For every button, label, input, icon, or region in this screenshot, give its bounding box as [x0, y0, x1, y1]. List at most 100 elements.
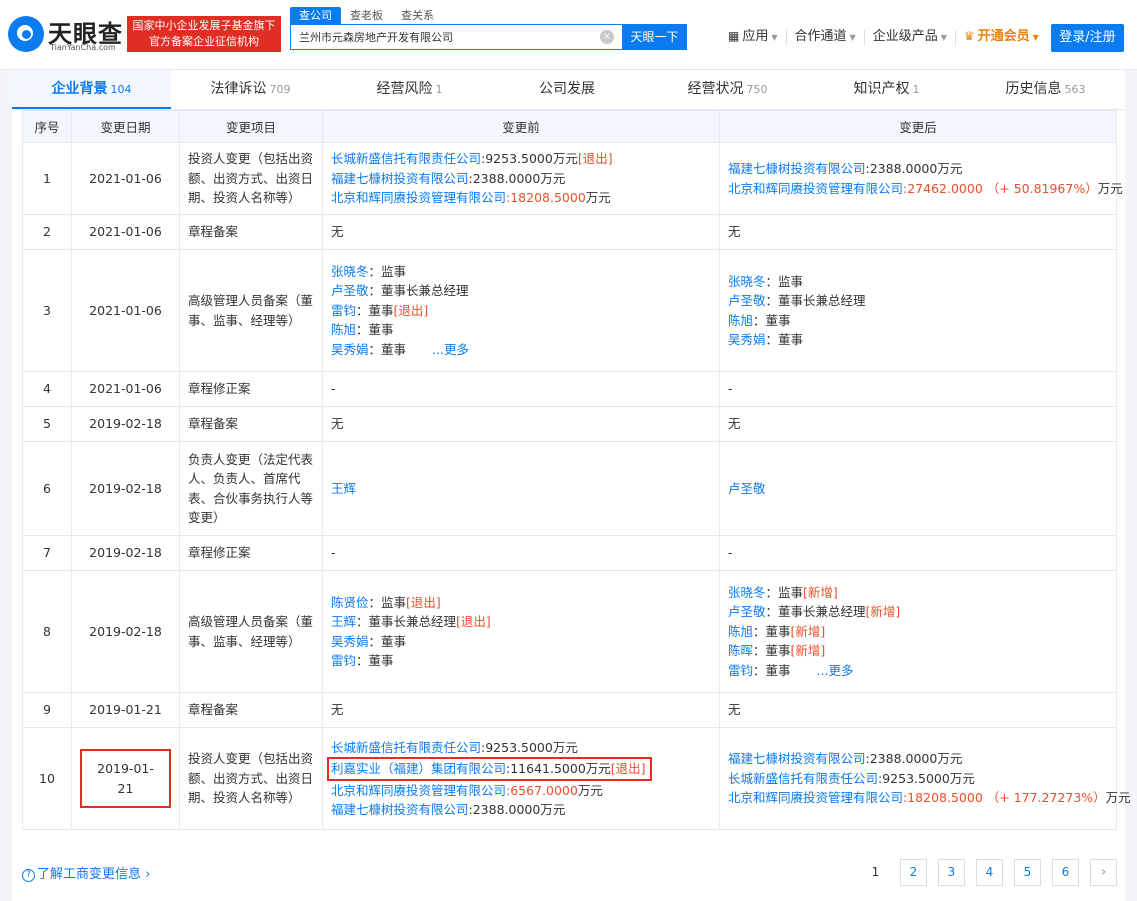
change-line: 陈旭：董事: [331, 320, 711, 340]
row-after: 福建七槺树投资有限公司:2388.0000万元 长城新盛信托有限责任公司:9253…: [719, 727, 1131, 830]
change-line: 北京和辉同赓投资管理有限公司:18208.5000万元: [331, 188, 711, 208]
entity-link[interactable]: 北京和辉同赓投资管理有限公司: [331, 783, 506, 798]
entity-link[interactable]: 雷钧: [331, 653, 356, 668]
row-index: 1: [22, 142, 72, 215]
tab-risk[interactable]: 经营风险 1: [330, 70, 489, 109]
entity-link[interactable]: 福建七槺树投资有限公司: [728, 161, 866, 176]
login-button[interactable]: 登录/注册: [1051, 24, 1124, 52]
row-change-item: 负责人变更（法定代表人、负责人、首席代表、合伙事务执行人等变更）: [179, 441, 323, 536]
entity-link[interactable]: 长城新盛信托有限责任公司: [331, 151, 481, 166]
entity-link[interactable]: 王辉: [331, 481, 356, 496]
entity-link[interactable]: 卢圣敬: [728, 293, 766, 308]
page-2[interactable]: 2: [900, 859, 927, 886]
search-button[interactable]: 天眼一下: [622, 24, 687, 50]
tab-litigation[interactable]: 法律诉讼 709: [171, 70, 330, 109]
table-row: 10 2019-01-21 投资人变更（包括出资额、出资方式、出资日期、投资人名称等…: [22, 727, 1131, 830]
entity-link[interactable]: 张晓冬: [331, 264, 369, 279]
entity-link[interactable]: 吴秀娟: [331, 634, 369, 649]
search-input[interactable]: [291, 25, 591, 49]
row-date: 2019-02-18: [89, 480, 162, 496]
tab-development[interactable]: 公司发展: [489, 70, 648, 109]
entity-link[interactable]: 福建七槺树投资有限公司: [331, 802, 469, 817]
entity-link[interactable]: 陈旭: [728, 313, 753, 328]
page-1[interactable]: 1: [862, 859, 889, 886]
entity-link[interactable]: 北京和辉同赓投资管理有限公司: [331, 190, 506, 205]
entity-link[interactable]: 陈晖: [728, 643, 753, 658]
entity-link[interactable]: 雷钧: [331, 303, 356, 318]
page-4[interactable]: 4: [976, 859, 1003, 886]
more-link[interactable]: ...更多: [432, 342, 469, 357]
entity-link[interactable]: 利嘉实业（福建）集团有限公司: [331, 761, 506, 776]
change-line: 吴秀娟：董事 ...更多: [331, 340, 711, 360]
entity-link[interactable]: 王辉: [331, 614, 356, 629]
entity-link[interactable]: 吴秀娟: [331, 342, 369, 357]
entity-link[interactable]: 长城新盛信托有限责任公司: [728, 771, 878, 786]
chevron-right-icon: ›: [141, 867, 151, 882]
learn-change-info-link[interactable]: ? 了解工商变更信息 ›: [22, 863, 150, 882]
row-before: 张晓冬：监事 卢圣敬：董事长兼总经理 雷钧：董事[退出] 陈旭：董事 吴秀娟：董事...…: [322, 249, 720, 372]
change-line: 陈旭：董事: [728, 311, 1108, 331]
change-detail: :9253.5000万元: [481, 739, 578, 755]
entity-link[interactable]: 雷钧: [728, 663, 753, 678]
entity-link[interactable]: 陈贤俭: [331, 595, 369, 610]
next-page-icon[interactable]: ›: [1090, 859, 1117, 886]
change-line: 北京和辉同赓投资管理有限公司:27462.0000 （+ 50.81967%）万…: [728, 179, 1123, 199]
more-link[interactable]: ...更多: [817, 663, 854, 678]
entity-link[interactable]: 卢圣敬: [331, 283, 369, 298]
before-value: 无: [331, 224, 344, 240]
entity-link[interactable]: 卢圣敬: [728, 604, 766, 619]
entity-link[interactable]: 陈旭: [728, 624, 753, 639]
tab-label: 经营状况: [687, 81, 744, 97]
clear-icon[interactable]: ×: [600, 30, 614, 44]
change-line: 福建七槺树投资有限公司:2388.0000万元: [331, 169, 711, 189]
logo[interactable]: 天眼查 TianYanCha.com: [8, 14, 123, 54]
row-after: -: [719, 371, 1117, 407]
nav-enterprise[interactable]: 企业级产品 ▼: [865, 29, 956, 45]
tab-background[interactable]: 企业背景 104: [12, 70, 171, 109]
entity-link[interactable]: 福建七槺树投资有限公司: [728, 751, 866, 766]
search-tab-boss[interactable]: 查老板: [341, 7, 392, 25]
search-tab-relation[interactable]: 查关系: [392, 7, 443, 25]
table-row: 5 2019-02-18 章程备案无无: [22, 406, 1117, 442]
nav-vip[interactable]: ♛ 开通会员 ▼: [956, 29, 1047, 45]
entity-link[interactable]: 长城新盛信托有限责任公司: [331, 740, 481, 755]
tab-ip[interactable]: 知识产权 1: [807, 70, 966, 109]
chevron-down-icon: ▼: [771, 33, 778, 42]
tab-label: 企业背景: [51, 81, 108, 97]
slogan-badge: 国家中小企业发展子基金旗下 官方备案企业征信机构: [127, 16, 281, 52]
row-date-cell: 2019-02-18: [71, 406, 180, 442]
entity-link[interactable]: 陈旭: [331, 322, 356, 337]
status-tag: [退出]: [610, 761, 646, 776]
row-before: 无: [322, 406, 720, 442]
row-date: 2019-02-18: [89, 545, 162, 561]
page-6[interactable]: 6: [1052, 859, 1079, 886]
row-after: -: [719, 535, 1117, 571]
after-value: 无: [728, 416, 741, 432]
change-line: 吴秀娟：董事: [728, 330, 1108, 350]
page-5[interactable]: 5: [1014, 859, 1041, 886]
page-3[interactable]: 3: [938, 859, 965, 886]
change-line: 福建七槺树投资有限公司:2388.0000万元: [728, 749, 1108, 769]
tab-count: 563: [1064, 83, 1086, 96]
entity-link[interactable]: 北京和辉同赓投资管理有限公司: [728, 181, 903, 196]
change-detail: ：董事: [765, 332, 804, 347]
entity-link[interactable]: 张晓冬: [728, 274, 766, 289]
entity-link[interactable]: 吴秀娟: [728, 332, 766, 347]
chevron-down-icon: ▼: [940, 32, 947, 42]
row-date: 2021-01-06: [89, 224, 162, 240]
row-date-cell: 2019-01-21: [71, 727, 180, 830]
entity-link[interactable]: 福建七槺树投资有限公司: [331, 171, 469, 186]
search-tab-company[interactable]: 查公司: [290, 7, 341, 25]
change-detail: ：监事: [765, 273, 804, 289]
tab-operation[interactable]: 经营状况 750: [648, 70, 807, 109]
row-date: 2021-01-06: [89, 302, 162, 318]
tab-history[interactable]: 历史信息 563: [966, 70, 1125, 109]
change-line: 长城新盛信托有限责任公司:9253.5000万元: [728, 769, 1108, 789]
table-row: 6 2019-02-18 负责人变更（法定代表人、负责人、首席代表、合伙事务执行人等…: [22, 441, 1117, 536]
entity-link[interactable]: 张晓冬: [728, 585, 766, 600]
entity-link[interactable]: 北京和辉同赓投资管理有限公司: [728, 790, 903, 805]
nav-apps[interactable]: ▦ 应用 ▼: [720, 29, 787, 45]
learn-link-label: 了解工商变更信息: [37, 867, 142, 882]
nav-cooperation[interactable]: 合作通道 ▼: [787, 29, 865, 45]
entity-link[interactable]: 卢圣敬: [728, 481, 766, 496]
